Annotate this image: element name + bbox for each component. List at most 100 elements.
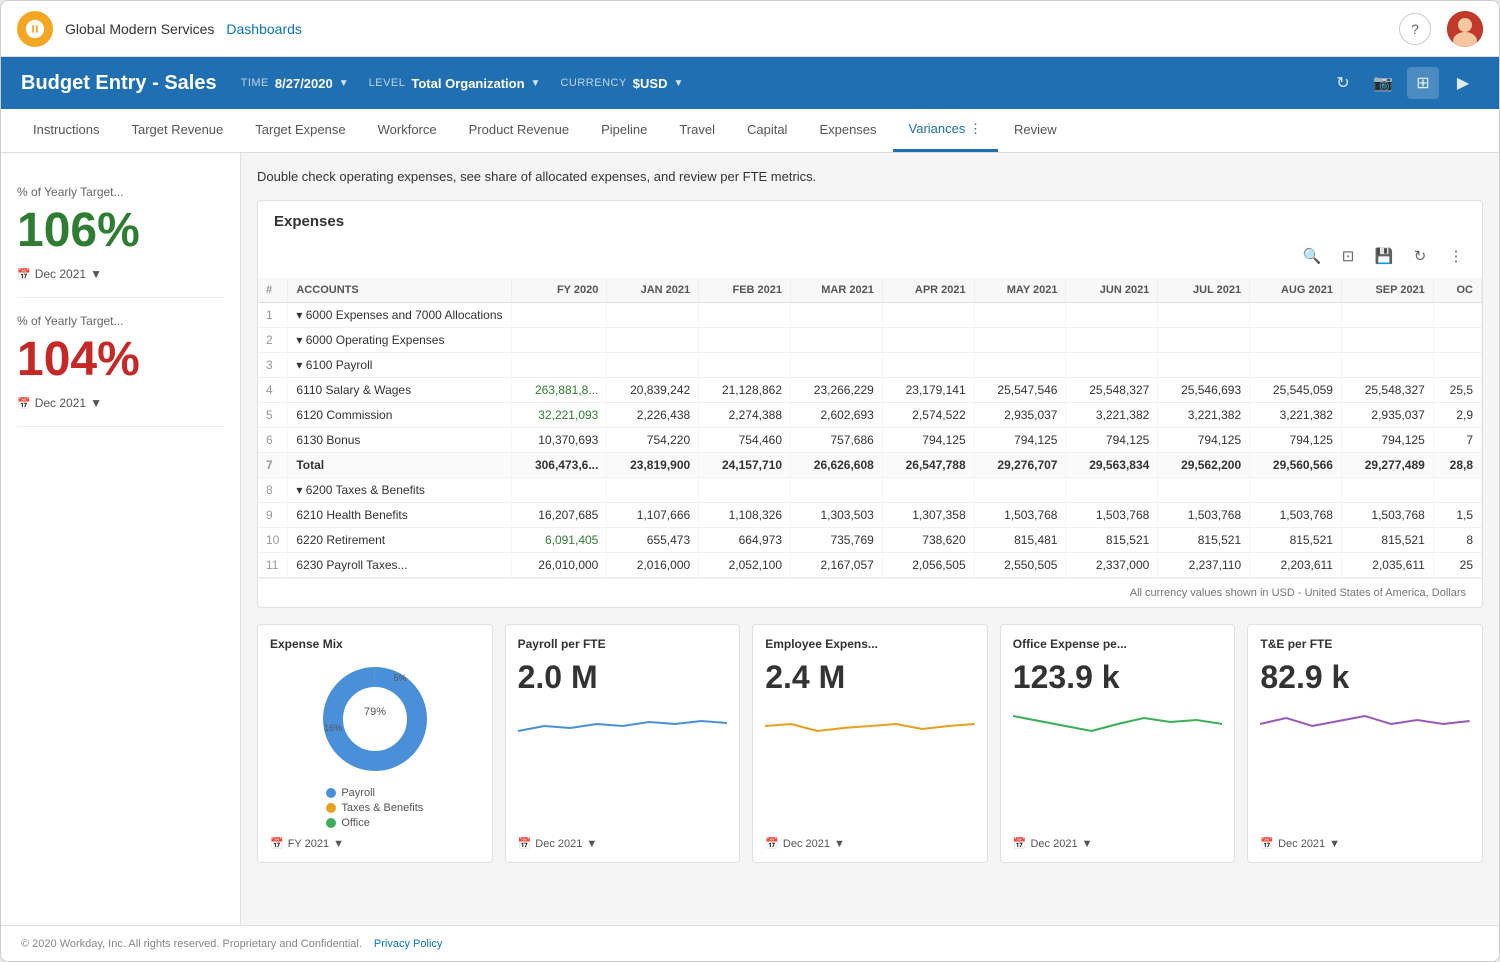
help-icon-btn[interactable]: ? xyxy=(1399,13,1431,45)
refresh-table-icon[interactable]: ↻ xyxy=(1406,242,1434,270)
col-feb2021: FEB 2021 xyxy=(699,278,791,303)
chart-value-office-expense: 123.9 k xyxy=(1013,659,1223,696)
chart-value-tne-fte: 82.9 k xyxy=(1260,659,1470,696)
tab-target-expense[interactable]: Target Expense xyxy=(239,109,361,152)
employee-expense-calendar-icon: 📅 xyxy=(765,837,779,850)
table-row: 1▾ 6000 Expenses and 7000 Allocations xyxy=(258,303,1482,328)
tab-travel[interactable]: Travel xyxy=(663,109,731,152)
donut-container: 79% 16% 5% Payroll Taxes & Benefits xyxy=(270,659,480,829)
expense-mix-date[interactable]: 📅 FY 2021 ▼ xyxy=(270,837,480,850)
expenses-section: Expenses 🔍 ⊡ 💾 ↻ ⋮ # ACCOUNTS FY xyxy=(257,200,1483,608)
col-accounts: ACCOUNTS xyxy=(288,278,511,303)
payroll-fte-calendar-icon: 📅 xyxy=(518,837,532,850)
footer-copyright: © 2020 Workday, Inc. All rights reserved… xyxy=(21,938,362,950)
chart-title-employee-expense: Employee Expens... xyxy=(765,637,975,651)
svg-text:16%: 16% xyxy=(324,723,342,733)
metric2-dropdown-icon: ▼ xyxy=(90,396,102,410)
sparkline-tne xyxy=(1260,696,1470,829)
office-expense-calendar-icon: 📅 xyxy=(1013,837,1027,850)
chart-value-employee-expense: 2.4 M xyxy=(765,659,975,696)
legend-dot-taxes xyxy=(326,803,336,813)
app-name: Global Modern Services xyxy=(65,21,214,37)
table-row: 106220 Retirement6,091,405655,473664,973… xyxy=(258,528,1482,553)
metric1-date[interactable]: 📅 Dec 2021 ▼ xyxy=(17,267,224,281)
expense-mix-calendar-icon: 📅 xyxy=(270,837,284,850)
table-row: 56120 Commission32,221,0932,226,4382,274… xyxy=(258,403,1482,428)
tab-pipeline[interactable]: Pipeline xyxy=(585,109,663,152)
export-table-icon[interactable]: ⊡ xyxy=(1334,242,1362,270)
metric1-value: 106% xyxy=(17,207,224,255)
office-expense-date[interactable]: 📅 Dec 2021 ▼ xyxy=(1013,837,1223,850)
level-control[interactable]: LEVEL Total Organization ▼ xyxy=(369,76,541,91)
expenses-data-table: # ACCOUNTS FY 2020 JAN 2021 FEB 2021 MAR… xyxy=(258,278,1482,578)
chart-title-office-expense: Office Expense pe... xyxy=(1013,637,1223,651)
table-row: 8▾ 6200 Taxes & Benefits xyxy=(258,478,1482,503)
tne-fte-dropdown-icon: ▼ xyxy=(1329,838,1340,850)
tab-expenses[interactable]: Expenses xyxy=(803,109,892,152)
right-content: Double check operating expenses, see sha… xyxy=(241,153,1499,925)
chart-card-tne-fte: T&E per FTE 82.9 k 📅 Dec 2021 ▼ xyxy=(1247,624,1483,863)
donut-legend: Payroll Taxes & Benefits Office xyxy=(326,787,423,829)
donut-chart: 79% 16% 5% xyxy=(315,659,435,779)
employee-expense-date[interactable]: 📅 Dec 2021 ▼ xyxy=(765,837,975,850)
payroll-fte-dropdown-icon: ▼ xyxy=(586,838,597,850)
chart-card-office-expense: Office Expense pe... 123.9 k 📅 Dec 2021 … xyxy=(1000,624,1236,863)
nav-icons: ? xyxy=(1399,11,1483,47)
avatar[interactable] xyxy=(1447,11,1483,47)
header-controls: TIME 8/27/2020 ▼ LEVEL Total Organizatio… xyxy=(241,76,684,91)
col-fy2020: FY 2020 xyxy=(511,278,607,303)
chart-title-expense-mix: Expense Mix xyxy=(270,637,480,651)
more-table-icon[interactable]: ⋮ xyxy=(1442,242,1470,270)
search-table-icon[interactable]: 🔍 xyxy=(1298,242,1326,270)
metric-card-1: % of Yearly Target... 106% 📅 Dec 2021 ▼ xyxy=(17,169,224,298)
metric2-label: % of Yearly Target... xyxy=(17,314,224,328)
tab-capital[interactable]: Capital xyxy=(731,109,803,152)
page-title: Budget Entry - Sales xyxy=(21,72,217,95)
employee-expense-dropdown-icon: ▼ xyxy=(834,838,845,850)
grid-icon-btn[interactable]: ⊞ xyxy=(1407,67,1439,99)
tab-product-revenue[interactable]: Product Revenue xyxy=(453,109,585,152)
table-toolbar: 🔍 ⊡ 💾 ↻ ⋮ xyxy=(258,238,1482,278)
table-row: 7Total306,473,6...23,819,90024,157,71026… xyxy=(258,453,1482,478)
currency-control[interactable]: CURRENCY $USD ▼ xyxy=(560,76,683,91)
footer-privacy-link[interactable]: Privacy Policy xyxy=(374,938,442,950)
app-footer: © 2020 Workday, Inc. All rights reserved… xyxy=(1,925,1499,961)
svg-text:79%: 79% xyxy=(364,706,386,718)
col-jan2021: JAN 2021 xyxy=(607,278,699,303)
sparkline-payroll xyxy=(518,696,728,829)
time-control[interactable]: TIME 8/27/2020 ▼ xyxy=(241,76,349,91)
charts-row: Expense Mix 79% 16% 5% xyxy=(257,624,1483,863)
camera-icon-btn[interactable]: 📷 xyxy=(1367,67,1399,99)
table-row: 3▾ 6100 Payroll xyxy=(258,353,1482,378)
save-table-icon[interactable]: 💾 xyxy=(1370,242,1398,270)
metric2-date[interactable]: 📅 Dec 2021 ▼ xyxy=(17,396,224,410)
col-oct2021: OC xyxy=(1433,278,1481,303)
legend-taxes: Taxes & Benefits xyxy=(326,802,423,814)
table-footer: All currency values shown in USD - Unite… xyxy=(258,578,1482,607)
tabs-bar: Instructions Target Revenue Target Expen… xyxy=(1,109,1499,153)
payroll-fte-date[interactable]: 📅 Dec 2021 ▼ xyxy=(518,837,728,850)
video-icon-btn[interactable]: ▶ xyxy=(1447,67,1479,99)
table-row: 116230 Payroll Taxes...26,010,0002,016,0… xyxy=(258,553,1482,578)
metric1-calendar-icon: 📅 xyxy=(17,268,31,281)
expense-mix-dropdown-icon: ▼ xyxy=(333,838,344,850)
chart-card-employee-expense: Employee Expens... 2.4 M 📅 Dec 2021 ▼ xyxy=(752,624,988,863)
col-may2021: MAY 2021 xyxy=(974,278,1066,303)
tab-target-revenue[interactable]: Target Revenue xyxy=(115,109,239,152)
col-num: # xyxy=(258,278,288,303)
dashboards-link[interactable]: Dashboards xyxy=(226,21,302,37)
table-row: 96210 Health Benefits16,207,6851,107,666… xyxy=(258,503,1482,528)
tab-review[interactable]: Review xyxy=(998,109,1073,152)
col-sep2021: SEP 2021 xyxy=(1341,278,1433,303)
chart-title-tne-fte: T&E per FTE xyxy=(1260,637,1470,651)
tab-workforce[interactable]: Workforce xyxy=(362,109,453,152)
legend-payroll: Payroll xyxy=(326,787,423,799)
svg-text:5%: 5% xyxy=(393,673,406,683)
header-bar: Budget Entry - Sales TIME 8/27/2020 ▼ LE… xyxy=(1,57,1499,109)
tab-variances[interactable]: Variances ⋮ xyxy=(893,109,998,152)
refresh-icon-btn[interactable]: ↻ xyxy=(1327,67,1359,99)
col-jul2021: JUL 2021 xyxy=(1158,278,1250,303)
tab-instructions[interactable]: Instructions xyxy=(17,109,115,152)
tne-fte-date[interactable]: 📅 Dec 2021 ▼ xyxy=(1260,837,1470,850)
description-text: Double check operating expenses, see sha… xyxy=(257,169,1483,184)
